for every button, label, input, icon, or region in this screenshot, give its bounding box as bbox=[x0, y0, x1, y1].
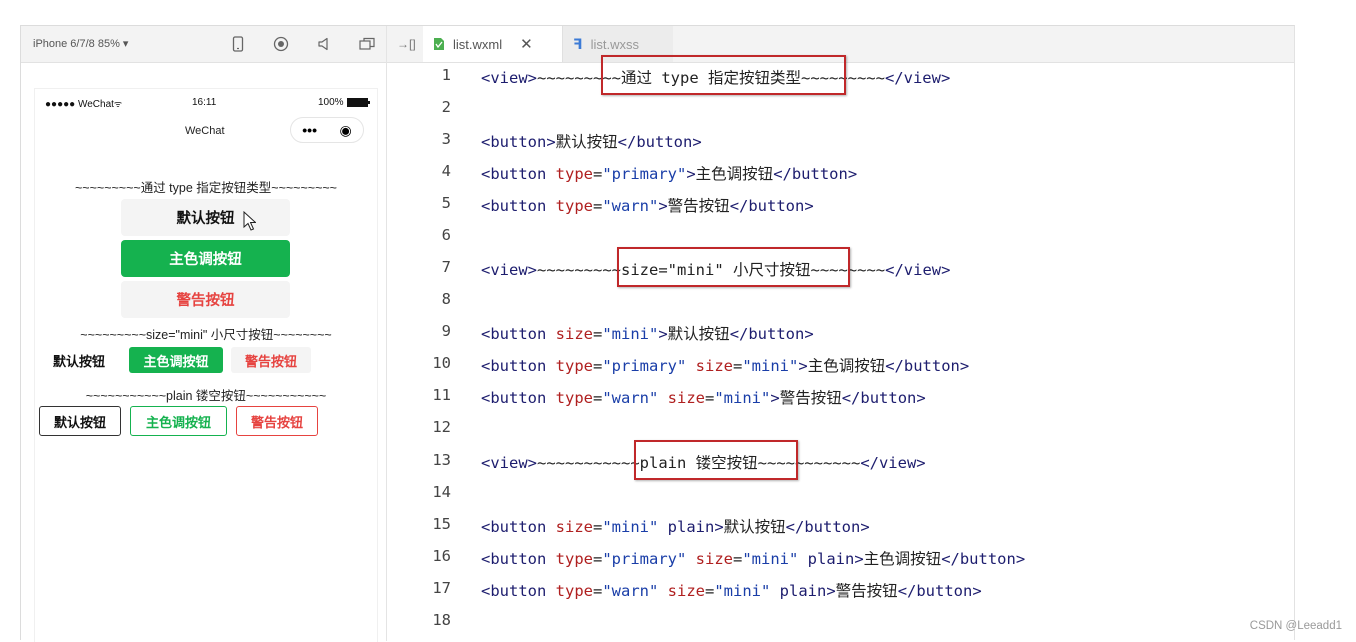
close-tab-icon[interactable]: ✕ bbox=[520, 35, 533, 53]
separator-size: ~~~~~~~~~size="mini" 小尺寸按钮~~~~~~~~ bbox=[80, 328, 332, 342]
separator-type: ~~~~~~~~~通过 type 指定按钮类型~~~~~~~~~ bbox=[75, 181, 337, 195]
code-line: 12 bbox=[432, 418, 451, 436]
mini-default-button[interactable]: 默认按钮 bbox=[39, 347, 119, 373]
simulator-toolbar: iPhone 6/7/8 85% ▾ bbox=[21, 26, 386, 63]
phone-icon[interactable] bbox=[229, 35, 247, 53]
highlight-box-size bbox=[617, 247, 850, 287]
plain-default-button[interactable]: 默认按钮 bbox=[39, 406, 121, 436]
collapse-panel-icon[interactable]: →[] bbox=[397, 37, 416, 51]
status-bar: ●●●●● WeChatᯤ 16:11 100% bbox=[35, 89, 377, 113]
code-line: 10 <button type="primary" size="mini">主色… bbox=[432, 354, 970, 375]
wxml-file-icon bbox=[434, 38, 444, 50]
code-line: 11 <button type="warn" size="mini">警告按钮<… bbox=[432, 386, 926, 407]
more-icon[interactable]: ••• bbox=[302, 122, 317, 138]
code-line: 17 <button type="warn" size="mini" plain… bbox=[432, 579, 982, 600]
code-line: 15 <button size="mini" plain>默认按钮</butto… bbox=[432, 515, 870, 536]
watermark: CSDN @Leeadd1 bbox=[1249, 620, 1342, 632]
tab-list-wxml[interactable]: list.wxml ✕ bbox=[423, 26, 563, 62]
close-mini-program-icon[interactable]: ◉ bbox=[340, 122, 352, 139]
code-line: 16 <button type="primary" size="mini" pl… bbox=[432, 547, 1026, 568]
highlight-box-plain bbox=[634, 440, 798, 480]
warn-button[interactable]: 警告按钮 bbox=[121, 281, 290, 318]
mini-warn-button[interactable]: 警告按钮 bbox=[231, 347, 311, 373]
mouse-cursor-icon bbox=[243, 211, 256, 231]
battery-indicator: 100% bbox=[318, 97, 371, 108]
nav-title: WeChat bbox=[185, 125, 225, 137]
capsule-menu[interactable]: ••• ◉ bbox=[290, 117, 364, 143]
plain-warn-button[interactable]: 警告按钮 bbox=[236, 406, 318, 436]
battery-icon bbox=[346, 98, 370, 107]
code-line: 4 <button type="primary">主色调按钮</button> bbox=[441, 162, 858, 183]
mini-primary-button[interactable]: 主色调按钮 bbox=[129, 347, 223, 373]
detach-window-icon[interactable] bbox=[358, 35, 376, 53]
status-time: 16:11 bbox=[192, 97, 217, 108]
record-icon[interactable] bbox=[272, 35, 290, 53]
devtools-window: iPhone 6/7/8 85% ▾ ●●●●● WeChatᯤ 16:11 1… bbox=[20, 25, 1295, 642]
code-line: 8 bbox=[441, 290, 451, 308]
code-line: 14 bbox=[432, 483, 451, 501]
code-line: 18 bbox=[432, 611, 451, 629]
wifi-icon: ᯤ bbox=[113, 99, 123, 109]
default-button[interactable]: 默认按钮 bbox=[121, 199, 290, 236]
device-select[interactable]: iPhone 6/7/8 85% ▾ bbox=[33, 37, 128, 50]
carrier-label: ●●●●● WeChatᯤ bbox=[45, 99, 123, 110]
code-line: 3 <button>默认按钮</button> bbox=[441, 130, 702, 151]
wxss-file-icon: ꟻ bbox=[573, 35, 583, 52]
code-line: 2 bbox=[441, 98, 451, 116]
code-editor: →[] list.wxml ✕ ꟻ list.wxss 1 <view>~~~~… bbox=[387, 26, 1294, 641]
code-line: 13 <view>~~~~~~~~~~~plain 镂空按钮~~~~~~~~~~… bbox=[432, 451, 926, 472]
volume-icon[interactable] bbox=[315, 35, 333, 53]
code-line: 5 <button type="warn">警告按钮</button> bbox=[441, 194, 814, 215]
highlight-box-type bbox=[601, 55, 846, 95]
primary-button[interactable]: 主色调按钮 bbox=[121, 240, 290, 277]
plain-primary-button[interactable]: 主色调按钮 bbox=[130, 406, 227, 436]
simulator-panel: iPhone 6/7/8 85% ▾ ●●●●● WeChatᯤ 16:11 1… bbox=[21, 26, 387, 642]
separator-plain: ~~~~~~~~~~~plain 镂空按钮~~~~~~~~~~~ bbox=[85, 389, 327, 403]
code-line: 9 <button size="mini">默认按钮</button> bbox=[441, 322, 814, 343]
phone-screen: ●●●●● WeChatᯤ 16:11 100% WeChat ••• ◉ ~~… bbox=[34, 88, 378, 642]
